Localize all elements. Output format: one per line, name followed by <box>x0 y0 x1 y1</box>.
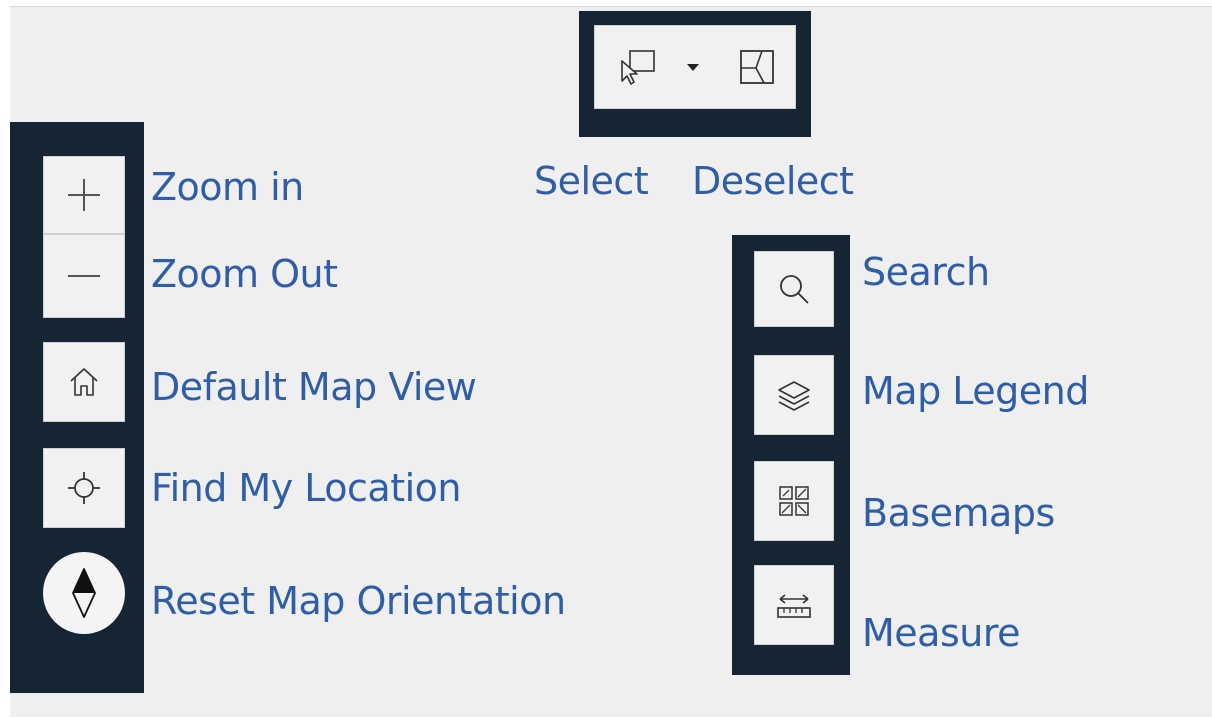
search-button[interactable] <box>754 251 834 327</box>
crosshair-icon <box>68 472 100 504</box>
zoom-in-label: Zoom in <box>151 165 304 209</box>
zoom-out-button[interactable] <box>43 234 125 318</box>
basemaps-button[interactable] <box>754 461 834 541</box>
reset-orientation-button[interactable] <box>43 552 125 634</box>
caret-down-icon <box>687 64 699 71</box>
reset-map-orientation-label: Reset Map Orientation <box>151 579 566 623</box>
right-toolbar-panel <box>732 235 850 675</box>
deselect-icon <box>740 50 774 84</box>
select-toolbar-panel <box>579 11 811 137</box>
basemap-grid-icon <box>779 486 809 516</box>
layers-icon <box>778 381 810 411</box>
find-my-location-button[interactable] <box>43 448 125 528</box>
find-my-location-label: Find My Location <box>151 466 462 510</box>
search-icon <box>780 275 809 304</box>
select-mode-dropdown[interactable] <box>675 47 711 87</box>
default-map-view-label: Default Map View <box>151 365 477 409</box>
select-cursor-icon <box>621 50 655 85</box>
deselect-label: Deselect <box>692 159 854 203</box>
zoom-out-label: Zoom Out <box>151 252 338 296</box>
map-legend-label: Map Legend <box>862 369 1089 413</box>
deselect-button[interactable] <box>723 33 791 101</box>
ruler-icon <box>777 594 811 618</box>
measure-label: Measure <box>862 611 1021 655</box>
home-icon <box>70 368 98 396</box>
default-map-view-button[interactable] <box>43 342 125 422</box>
select-label: Select <box>534 159 649 203</box>
measure-button[interactable] <box>754 565 834 645</box>
map-legend-button[interactable] <box>754 355 834 435</box>
basemaps-label: Basemaps <box>862 491 1055 535</box>
zoom-in-button[interactable] <box>43 156 125 234</box>
plus-icon <box>68 179 100 211</box>
compass-icon <box>72 568 96 618</box>
search-label: Search <box>862 250 990 294</box>
map-widget-legend: Select Deselect Zoom in Zoom Out Default… <box>10 6 1212 717</box>
minus-icon <box>68 275 100 277</box>
select-button[interactable] <box>603 33 673 101</box>
left-toolbar-panel <box>10 122 144 693</box>
